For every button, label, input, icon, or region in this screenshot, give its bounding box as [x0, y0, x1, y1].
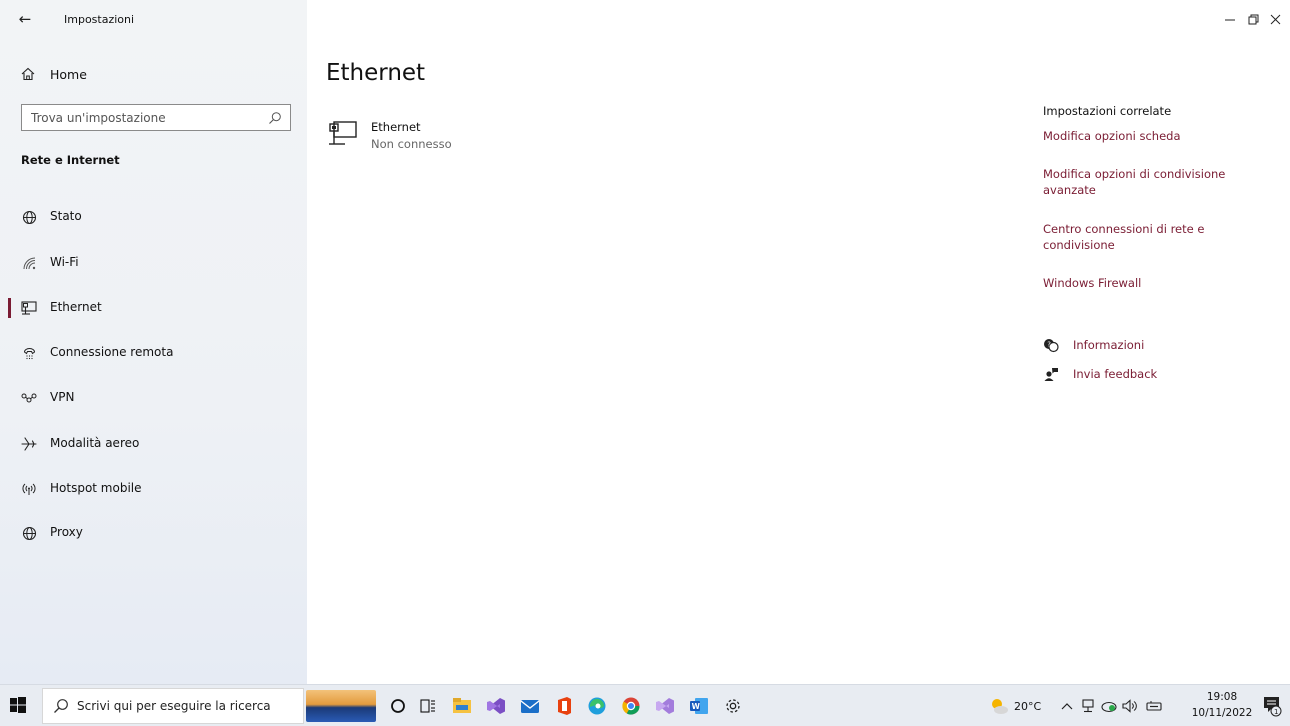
- selection-indicator: [8, 298, 11, 318]
- ethernet-device-icon: [328, 120, 358, 148]
- weather-icon[interactable]: [987, 694, 1011, 718]
- taskbar-search-box: [42, 688, 304, 724]
- close-icon: [1270, 14, 1280, 24]
- sidebar-item-vpn[interactable]: VPN: [0, 378, 307, 418]
- chrome-icon[interactable]: [619, 694, 643, 718]
- related-settings-title: Impostazioni correlate: [1043, 104, 1172, 118]
- link-windows-firewall[interactable]: Windows Firewall: [1043, 275, 1273, 291]
- page-title: Ethernet: [326, 60, 426, 86]
- sidebar-item-proxy[interactable]: Proxy: [0, 513, 307, 553]
- notification-center-icon[interactable]: 1: [1262, 695, 1282, 717]
- settings-search-box: [21, 104, 291, 131]
- restore-icon: [1248, 14, 1258, 24]
- word-icon[interactable]: W: [687, 694, 711, 718]
- device-status: Non connesso: [371, 137, 452, 151]
- link-modifica-opzioni-scheda[interactable]: Modifica opzioni scheda: [1043, 128, 1273, 144]
- link-centro-connessioni[interactable]: Centro connessioni di rete e condivision…: [1043, 221, 1273, 253]
- help-informazioni[interactable]: ? Informazioni: [1043, 336, 1144, 354]
- sidebar-item-label: VPN: [50, 390, 75, 404]
- vpn-icon: [21, 390, 37, 406]
- device-name: Ethernet: [371, 120, 421, 134]
- app-title: Impostazioni: [64, 13, 135, 26]
- proxy-globe-icon: [21, 525, 37, 541]
- ethernet-icon: [21, 300, 37, 316]
- hotspot-icon: [21, 481, 37, 497]
- sidebar-item-ethernet[interactable]: Ethernet: [0, 288, 307, 328]
- settings-gear-icon[interactable]: [721, 694, 745, 718]
- sidebar: ← Impostazioni Home Rete e Internet Stat…: [0, 0, 307, 684]
- system-clock[interactable]: 19:08 10/11/2022: [1188, 689, 1256, 721]
- search-highlight-banner[interactable]: [306, 690, 376, 722]
- wifi-icon: [21, 255, 37, 271]
- sidebar-item-hotspot-mobile[interactable]: Hotspot mobile: [0, 469, 307, 509]
- home-icon: [20, 66, 36, 82]
- help-informazioni-label: Informazioni: [1073, 338, 1145, 352]
- sidebar-item-label: Wi-Fi: [50, 255, 79, 269]
- close-button[interactable]: [1261, 8, 1289, 30]
- clock-date: 10/11/2022: [1191, 707, 1253, 719]
- title-bar: ← Impostazioni: [0, 0, 307, 40]
- search-icon: [53, 698, 69, 714]
- search-icon[interactable]: [268, 110, 282, 124]
- sidebar-item-label: Proxy: [50, 525, 83, 539]
- section-title: Rete e Internet: [21, 153, 120, 167]
- globe-status-icon: [21, 209, 37, 225]
- visual-studio-code-icon[interactable]: [653, 694, 677, 718]
- home-label: Home: [50, 66, 87, 82]
- task-view-icon[interactable]: [416, 694, 440, 718]
- airplane-icon: [21, 436, 37, 452]
- svg-text:W: W: [692, 702, 701, 711]
- ethernet-adapter-entry[interactable]: Ethernet Non connesso: [328, 118, 528, 158]
- sidebar-item-label: Hotspot mobile: [50, 481, 142, 495]
- cortana-icon[interactable]: [386, 694, 410, 718]
- back-button[interactable]: ←: [14, 8, 36, 30]
- visual-studio-icon[interactable]: [484, 694, 508, 718]
- sidebar-item-label: Ethernet: [50, 300, 102, 314]
- svg-text:?: ?: [1047, 340, 1051, 348]
- sidebar-item-label: Connessione remota: [50, 345, 174, 359]
- taskbar-search-input[interactable]: [77, 699, 302, 713]
- sidebar-item-connessione-remota[interactable]: Connessione remota: [0, 333, 307, 373]
- weather-temperature[interactable]: 20°C: [1014, 685, 1041, 726]
- settings-search-input[interactable]: [22, 105, 262, 130]
- sidebar-item-label: Modalità aereo: [50, 436, 140, 450]
- help-invia-feedback-label: Invia feedback: [1073, 367, 1158, 381]
- file-explorer-icon[interactable]: [450, 694, 474, 718]
- home-nav[interactable]: Home: [20, 63, 87, 85]
- sidebar-item-wifi[interactable]: Wi-Fi: [0, 243, 307, 283]
- clock-time: 19:08: [1206, 691, 1238, 703]
- minimize-icon: [1225, 19, 1235, 21]
- office-icon[interactable]: [552, 694, 576, 718]
- mail-icon[interactable]: [518, 694, 542, 718]
- taskbar: W 20°C 19:08 10/11/2022 1: [0, 684, 1290, 726]
- dialup-icon: [21, 345, 37, 361]
- link-opzioni-condivisione-avanzate[interactable]: Modifica opzioni di condivisione avanzat…: [1043, 166, 1273, 198]
- feedback-icon: [1043, 366, 1059, 382]
- sidebar-item-stato[interactable]: Stato: [0, 197, 307, 237]
- edge-icon[interactable]: [585, 694, 609, 718]
- help-invia-feedback[interactable]: Invia feedback: [1043, 365, 1157, 383]
- volume-icon[interactable]: [1118, 694, 1142, 718]
- notification-badge: 1: [1274, 708, 1278, 716]
- keyboard-language-icon[interactable]: [1142, 694, 1166, 718]
- help-chat-icon: ?: [1043, 337, 1059, 353]
- windows-start-icon[interactable]: [10, 697, 28, 715]
- sidebar-item-modalita-aereo[interactable]: Modalità aereo: [0, 424, 307, 464]
- sidebar-item-label: Stato: [50, 209, 82, 223]
